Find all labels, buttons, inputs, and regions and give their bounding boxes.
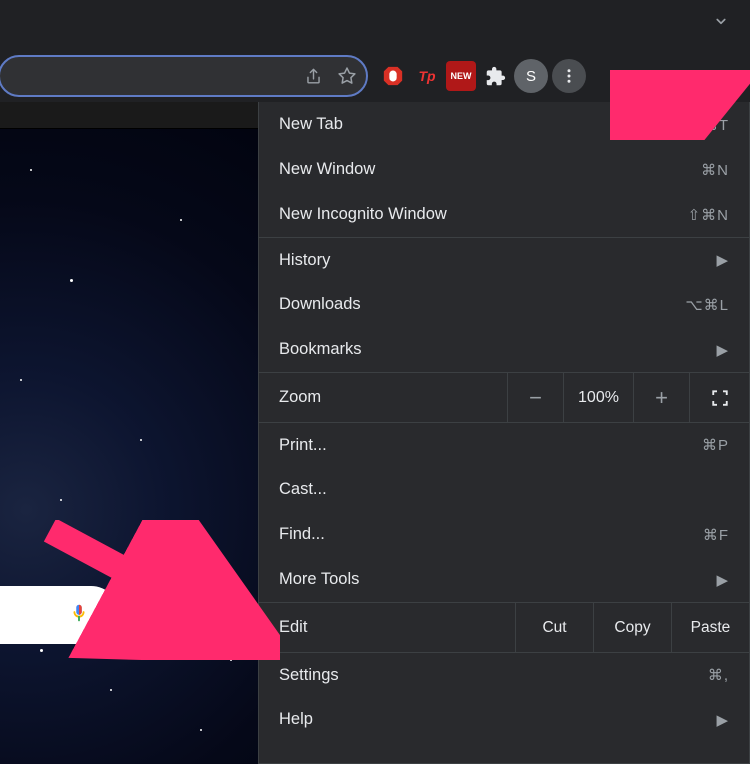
menu-history[interactable]: History ▶ bbox=[259, 237, 749, 282]
menu-item-label: New Window bbox=[279, 160, 375, 179]
toolbar-row: Tp NEW S bbox=[0, 50, 750, 102]
window-titlebar bbox=[0, 0, 750, 50]
share-icon[interactable] bbox=[302, 65, 324, 87]
extensions-puzzle-icon[interactable] bbox=[480, 61, 510, 91]
edit-label: Edit bbox=[259, 603, 515, 652]
submenu-arrow-icon: ▶ bbox=[716, 711, 729, 729]
menu-new-tab[interactable]: New Tab ⌘T bbox=[259, 102, 749, 147]
menu-item-label: Cast... bbox=[279, 480, 327, 499]
menu-edit-row: Edit Cut Copy Paste bbox=[259, 602, 749, 652]
menu-print[interactable]: Print... ⌘P bbox=[259, 422, 749, 467]
submenu-arrow-icon: ▶ bbox=[716, 571, 729, 589]
submenu-arrow-icon: ▶ bbox=[716, 341, 729, 359]
menu-item-shortcut: ⇧⌘N bbox=[688, 206, 729, 224]
menu-cast[interactable]: Cast... bbox=[259, 467, 749, 512]
content-area: New Tab ⌘T New Window ⌘N New Incognito W… bbox=[0, 102, 750, 764]
zoom-out-button[interactable]: − bbox=[507, 373, 563, 422]
search-bar[interactable] bbox=[0, 586, 120, 644]
menu-settings[interactable]: Settings ⌘, bbox=[259, 652, 749, 697]
zoom-percent: 100% bbox=[563, 373, 633, 422]
menu-item-label: Settings bbox=[279, 666, 339, 685]
extension-adblock[interactable] bbox=[378, 61, 408, 91]
zoom-in-button[interactable]: + bbox=[633, 373, 689, 422]
menu-item-label: Bookmarks bbox=[279, 340, 362, 359]
edit-paste-button[interactable]: Paste bbox=[671, 603, 749, 652]
menu-item-shortcut: ⌘T bbox=[703, 116, 729, 134]
extension-tp[interactable]: Tp bbox=[412, 61, 442, 91]
menu-new-incognito[interactable]: New Incognito Window ⇧⌘N bbox=[259, 192, 749, 237]
menu-item-label: New Incognito Window bbox=[279, 205, 447, 224]
menu-item-label: History bbox=[279, 251, 330, 270]
menu-item-shortcut: ⌘F bbox=[703, 526, 729, 544]
menu-help[interactable]: Help ▶ bbox=[259, 697, 749, 742]
edit-copy-button[interactable]: Copy bbox=[593, 603, 671, 652]
menu-item-label: Downloads bbox=[279, 295, 361, 314]
menu-downloads[interactable]: Downloads ⌥⌘L bbox=[259, 282, 749, 327]
zoom-label: Zoom bbox=[259, 373, 507, 422]
new-tab-background bbox=[0, 128, 258, 764]
menu-item-shortcut: ⌘, bbox=[708, 666, 729, 684]
star-icon[interactable] bbox=[336, 65, 358, 87]
menu-item-label: Find... bbox=[279, 525, 325, 544]
menu-button[interactable] bbox=[552, 59, 586, 93]
menu-zoom-row: Zoom − 100% + bbox=[259, 372, 749, 422]
menu-bookmarks[interactable]: Bookmarks ▶ bbox=[259, 327, 749, 372]
voice-search-icon[interactable] bbox=[68, 602, 90, 629]
menu-find[interactable]: Find... ⌘F bbox=[259, 512, 749, 557]
menu-item-shortcut: ⌘N bbox=[701, 161, 729, 179]
menu-item-shortcut: ⌥⌘L bbox=[685, 296, 729, 314]
extension-new[interactable]: NEW bbox=[446, 61, 476, 91]
chrome-menu: New Tab ⌘T New Window ⌘N New Incognito W… bbox=[258, 102, 750, 764]
menu-item-label: More Tools bbox=[279, 570, 359, 589]
menu-item-shortcut: ⌘P bbox=[702, 436, 729, 454]
menu-item-label: Print... bbox=[279, 436, 327, 455]
profile-avatar[interactable]: S bbox=[514, 59, 548, 93]
menu-item-label: Help bbox=[279, 710, 313, 729]
fullscreen-icon[interactable] bbox=[689, 373, 749, 422]
menu-new-window[interactable]: New Window ⌘N bbox=[259, 147, 749, 192]
menu-item-label: New Tab bbox=[279, 115, 343, 134]
menu-more-tools[interactable]: More Tools ▶ bbox=[259, 557, 749, 602]
submenu-arrow-icon: ▶ bbox=[716, 251, 729, 269]
edit-cut-button[interactable]: Cut bbox=[515, 603, 593, 652]
address-bar[interactable] bbox=[0, 55, 368, 97]
chevron-down-icon[interactable] bbox=[712, 12, 730, 35]
